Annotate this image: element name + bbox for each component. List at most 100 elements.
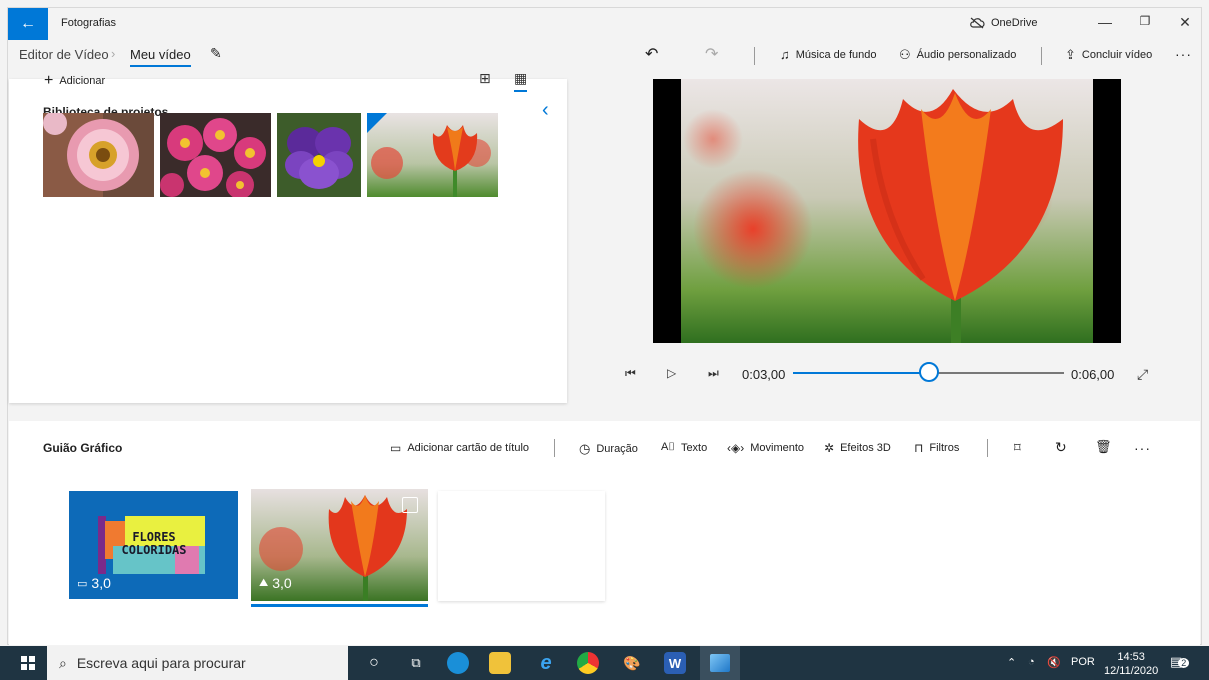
collapse-chevron-icon[interactable]: ‹ [542,99,549,122]
delete-trash-icon[interactable]: 🗑 [1095,439,1112,455]
minimize-button[interactable]: — [1095,14,1115,30]
task-view-icon[interactable]: ⧉ [405,652,427,674]
previous-frame-icon[interactable]: ⏮ [625,366,636,381]
storyboard-image-card-selected[interactable]: ⛰ 3,0 [251,489,428,601]
taskbar-search-box[interactable]: ⌕ Escreva aqui para procurar [47,646,348,680]
fullscreen-expand-icon[interactable]: ⤢ [1137,366,1148,383]
title-card-icon: ▭ [390,441,402,455]
image-icon: ⛰ [259,576,269,589]
add-title-card-button[interactable]: ▭ Adicionar cartão de título [390,441,529,455]
library-thumbnail-selected[interactable] [367,113,498,197]
photos-app-icon [710,654,730,672]
language-indicator[interactable]: POR [1071,656,1095,668]
library-thumbnail[interactable] [277,113,361,197]
motion-label: Movimento [750,442,805,454]
onedrive-button[interactable]: OneDrive [969,17,1037,29]
add-media-label: Adicionar [59,75,106,87]
filters-label: Filtros [929,442,960,454]
card-duration: ▭ 3,0 [77,575,111,591]
duration-button[interactable]: ◷ Duração [579,441,638,457]
divider [554,439,555,457]
redo-icon[interactable]: ↷ [705,44,718,64]
chevron-right-icon: › [111,46,116,61]
storyboard-empty-slot[interactable] [438,491,605,601]
3d-effects-label: Efeitos 3D [840,442,891,454]
motion-button[interactable]: ‹◈› Movimento [727,441,804,455]
storyboard-title: Guião Gráfico [43,441,123,455]
title-card-icon: ▭ [77,577,88,590]
orange-tulip-preview-image [653,79,1121,343]
rename-pencil-icon[interactable]: ✎ [210,45,222,62]
cortana-circle-icon[interactable]: ○ [363,652,385,674]
add-title-card-label: Adicionar cartão de título [407,442,530,454]
video-preview[interactable] [653,79,1121,343]
selected-card-indicator [251,604,428,607]
chevron-up-icon[interactable]: ⌃ [1007,656,1016,669]
title-card-text: FLORES COLORIDAS [109,531,199,557]
windows-start-icon[interactable] [21,656,35,673]
clock-time: 14:53 [1117,651,1145,663]
plus-icon: + [44,72,54,89]
internet-explorer-icon[interactable]: e [535,652,557,674]
search-placeholder: Escreva aqui para procurar [76,655,246,671]
paint-palette-icon[interactable]: 🎨 [621,652,643,674]
filter-brush-icon: ⊓ [914,441,924,455]
custom-audio-label: Áudio personalizado [916,49,1017,61]
current-time: 0:03,00 [742,367,786,382]
next-frame-icon[interactable]: ⏭ [708,366,719,381]
library-thumbnail[interactable] [43,113,154,197]
filters-button[interactable]: ⊓ Filtros [914,441,959,455]
more-options-icon[interactable]: ··· [1175,46,1192,62]
in-use-corner-icon [367,113,387,133]
word-app-icon[interactable]: W [664,652,686,674]
breadcrumb-current-project[interactable]: Meu vídeo [130,47,191,67]
notification-center-icon[interactable]: ▤2 [1170,654,1190,670]
edge-browser-icon[interactable] [447,652,469,674]
large-grid-view-icon[interactable]: ⊞ [479,70,491,87]
duration-label: Duração [596,443,638,455]
chrome-browser-icon[interactable] [577,652,599,674]
total-time: 0:06,00 [1071,367,1115,382]
more-options-icon[interactable]: ··· [1134,440,1151,456]
background-music-button[interactable]: ♫ Música de fundo [780,47,876,62]
clock[interactable]: 14:53 12/11/2020 [1104,650,1158,678]
card-duration-value: 3,0 [272,575,292,591]
cloud-offline-icon [970,17,985,29]
person-audio-icon: ⚇ [899,47,911,62]
library-thumbnail[interactable] [160,113,271,197]
seek-slider-thumb[interactable] [919,362,939,382]
text-label: Texto [680,441,708,454]
add-media-button[interactable]: + Adicionar [44,72,105,90]
breadcrumb-video-editor[interactable]: Editor de Vídeo [19,47,109,62]
pink-daisies-image [160,113,271,197]
wifi-icon[interactable]: ◔ [1028,656,1035,668]
storyboard-title-card[interactable]: FLORES COLORIDAS ▭ 3,0 [69,491,238,599]
crop-resize-icon[interactable]: ⌑ [1014,440,1021,456]
rotate-icon[interactable]: ↻ [1055,439,1067,456]
small-grid-view-icon[interactable]: ▦ [514,70,528,92]
share-export-icon: ⇪ [1065,47,1076,62]
progress-filled [793,372,929,374]
select-checkbox[interactable] [402,497,418,513]
finish-video-button[interactable]: ⇪ Concluir vídeo [1065,47,1152,63]
clock-icon: ◷ [579,441,591,456]
back-button[interactable]: ← [8,8,48,40]
play-icon[interactable]: ▷ [667,366,676,380]
divider [754,47,755,65]
divider [987,439,988,457]
motion-icon: ‹◈› [727,441,745,455]
photos-app-active[interactable] [700,646,740,680]
file-explorer-icon[interactable] [489,652,511,674]
close-button[interactable]: ✕ [1175,14,1195,31]
progress-remaining [929,372,1064,374]
text-button[interactable]: A⌷ Texto [661,441,707,454]
divider [1041,47,1042,65]
undo-icon[interactable]: ↶ [645,44,658,64]
custom-audio-button[interactable]: ⚇ Áudio personalizado [899,47,1016,63]
maximize-button[interactable]: ❐ [1135,14,1155,28]
notification-count: 2 [1178,658,1190,668]
3d-effects-button[interactable]: ✲ Efeitos 3D [824,441,891,455]
card-duration-value: 3,0 [91,575,111,591]
music-note-icon: ♫ [780,47,790,62]
speaker-muted-icon[interactable]: 🔇 [1047,656,1061,669]
